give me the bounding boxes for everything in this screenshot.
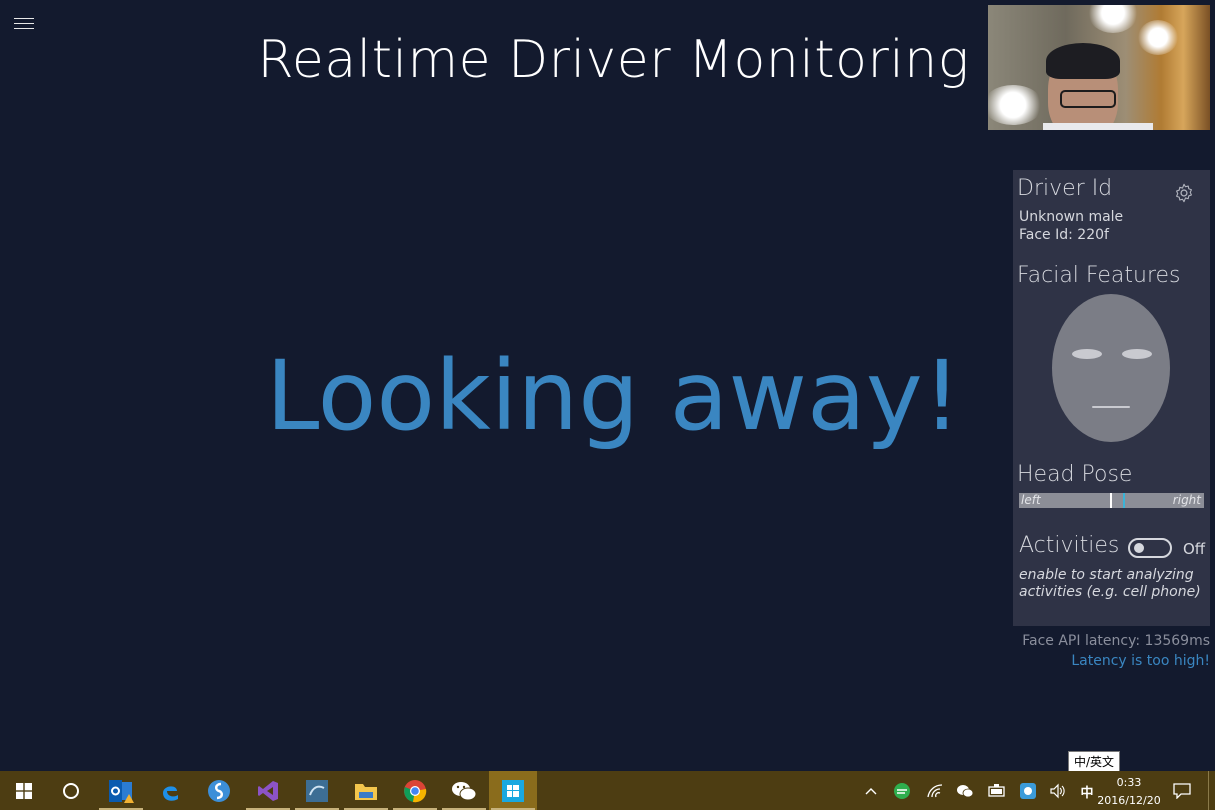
show-desktop-button[interactable]	[1208, 771, 1209, 810]
activities-hint: enable to start analyzing activities (e.…	[1019, 567, 1201, 601]
mysql-workbench-icon	[306, 779, 328, 802]
ime-indicator[interactable]: 中	[1077, 781, 1097, 801]
windows-start-button[interactable]	[0, 771, 48, 810]
taskbar-clock[interactable]: 0:33 2016/12/20	[1097, 774, 1161, 810]
folder-icon	[355, 783, 377, 800]
head-pose-heading: Head Pose	[1017, 462, 1133, 487]
driver-monitoring-taskbar-button[interactable]	[489, 771, 537, 810]
edge-icon	[163, 785, 178, 801]
activities-hint-line1: enable to start analyzing	[1019, 567, 1194, 583]
file-explorer-taskbar-button[interactable]	[342, 771, 390, 810]
wechat-icon	[452, 781, 477, 800]
head-pose-left-label: left	[1021, 493, 1041, 507]
wechat-tray-icon[interactable]	[955, 781, 975, 801]
windows-logo-icon	[16, 782, 32, 799]
driver-info-panel: Driver Id Unknown male Face Id: 220f Fac…	[1013, 170, 1210, 626]
outlook-taskbar-button[interactable]	[97, 771, 145, 810]
driver-glasses	[1060, 90, 1116, 108]
clock-time: 0:33	[1116, 776, 1142, 789]
camera-light-glare	[1088, 5, 1138, 33]
mysql-workbench-taskbar-button[interactable]	[293, 771, 341, 810]
latency-warning: Latency is too high!	[1071, 653, 1210, 669]
battery-icon[interactable]	[987, 781, 1007, 801]
action-center-icon[interactable]	[1172, 781, 1192, 801]
visual-studio-taskbar-button[interactable]	[244, 771, 292, 810]
toggle-knob	[1134, 543, 1144, 553]
taskbar: 中	[0, 771, 1215, 810]
facial-features-heading: Facial Features	[1017, 263, 1181, 288]
chevron-up-icon[interactable]	[861, 781, 881, 801]
clock-date: 2016/12/20	[1097, 794, 1161, 807]
chrome-taskbar-button[interactable]	[391, 771, 439, 810]
activities-heading: Activities	[1019, 533, 1120, 558]
head-pose-bar: left right	[1019, 493, 1204, 508]
browser-tray-icon[interactable]	[892, 781, 912, 801]
latency-readout: Face API latency: 13569ms	[1022, 633, 1210, 649]
camera-light-glare	[988, 85, 1043, 125]
wifi-icon[interactable]	[925, 781, 945, 801]
app-tile-icon	[502, 779, 524, 802]
outlook-icon	[109, 779, 134, 803]
cortana-circle-icon	[63, 782, 79, 799]
driver-name: Unknown male	[1019, 209, 1124, 225]
simplenote-icon	[208, 779, 230, 802]
camera-preview	[988, 5, 1210, 130]
activities-toggle[interactable]	[1128, 538, 1172, 558]
activities-toggle-state: Off	[1183, 540, 1206, 558]
face-id: Face Id: 220f	[1019, 227, 1109, 243]
mouth	[1092, 406, 1130, 408]
cortana-button[interactable]	[47, 771, 95, 810]
left-eye	[1072, 349, 1102, 359]
ime-tooltip: 中/英文	[1068, 751, 1121, 772]
head-pose-center-marker	[1110, 493, 1112, 508]
visual-studio-icon	[258, 780, 278, 801]
camera-light-glare	[1138, 20, 1178, 55]
activities-hint-line2: activities (e.g. cell phone)	[1019, 584, 1201, 600]
head-pose-current-marker	[1123, 493, 1125, 508]
face-outline	[1052, 294, 1170, 442]
head-pose-right-label: right	[1172, 493, 1201, 507]
gear-icon[interactable]	[1173, 182, 1195, 204]
edge-taskbar-button[interactable]	[146, 771, 194, 810]
driver-id-heading: Driver Id	[1017, 176, 1113, 201]
qq-tray-icon[interactable]	[1018, 781, 1038, 801]
chrome-icon	[404, 779, 427, 802]
right-eye	[1122, 349, 1152, 359]
wechat-taskbar-button[interactable]	[440, 771, 488, 810]
driver-shirt	[1043, 123, 1153, 130]
volume-icon[interactable]	[1048, 781, 1068, 801]
simplenote-taskbar-button[interactable]	[195, 771, 243, 810]
driver-hair	[1046, 43, 1120, 79]
